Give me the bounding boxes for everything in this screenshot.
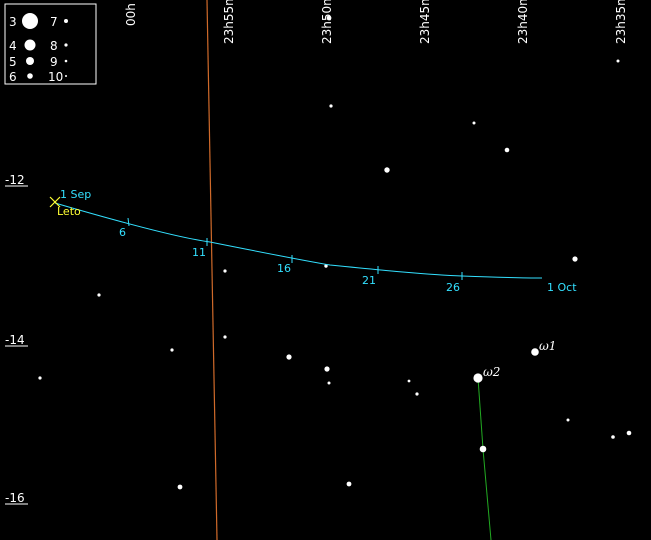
dec-axis: -12 -14 -16 xyxy=(5,173,28,505)
legend-star-icon xyxy=(22,13,38,29)
star-icon xyxy=(611,435,615,439)
path-tick-label: 6 xyxy=(119,226,126,239)
star-icon xyxy=(472,121,476,125)
path-start-label: 1 Sep xyxy=(60,188,91,201)
star-icon xyxy=(407,379,411,383)
legend-star-icon xyxy=(27,73,33,79)
asteroid-path xyxy=(54,202,543,279)
star-icon xyxy=(572,256,578,262)
ecliptic-line xyxy=(206,0,218,540)
legend-star-icon xyxy=(64,43,68,47)
object-label: Leto xyxy=(57,205,81,218)
legend-label: 3 xyxy=(9,15,17,29)
magnitude-legend: 3 7 4 8 5 9 6 10 xyxy=(4,3,97,85)
star-icon xyxy=(327,381,331,385)
ra-label: 23h45m xyxy=(418,0,432,44)
star-icon xyxy=(626,430,632,436)
star-icon xyxy=(384,167,390,173)
path-tick-label: 11 xyxy=(192,246,206,259)
path-tick xyxy=(127,217,130,227)
legend-label: 9 xyxy=(50,55,58,69)
path-ticks xyxy=(127,217,463,280)
legend-star-icon xyxy=(24,39,36,51)
legend-label: 6 xyxy=(9,70,17,84)
ra-label: 23h55m xyxy=(222,0,236,44)
path-tick-label: 21 xyxy=(362,274,376,287)
ra-label: 00h xyxy=(124,3,138,26)
dec-label: -16 xyxy=(5,491,25,505)
star-icon xyxy=(38,376,42,380)
star-icon xyxy=(223,269,227,273)
dec-label: -12 xyxy=(5,173,25,187)
legend-label: 4 xyxy=(9,39,17,53)
constellation-line xyxy=(482,448,492,540)
constellation-line xyxy=(477,377,484,450)
star-icon xyxy=(326,15,332,21)
ra-label: 23h40m xyxy=(516,0,530,44)
legend-label: 8 xyxy=(50,39,58,53)
legend-star-icon xyxy=(64,19,68,23)
path-tick-label: 16 xyxy=(277,262,291,275)
ra-label: 23h50m xyxy=(320,0,334,44)
star-icon xyxy=(177,484,183,490)
star-icon xyxy=(346,481,352,487)
ra-label: 23h35m xyxy=(614,0,628,44)
path-end-label: 1 Oct xyxy=(547,281,577,294)
ra-axis: 00h 23h55m 23h50m 23h45m 23h40m 23h35m xyxy=(124,0,628,44)
star-icon xyxy=(479,445,487,453)
star-omega1-icon xyxy=(531,348,539,356)
legend-label: 7 xyxy=(50,15,58,29)
legend-label: 10 xyxy=(48,70,63,84)
dec-label: -14 xyxy=(5,333,25,347)
star-icon xyxy=(286,354,292,360)
star-icon xyxy=(616,59,620,63)
sky-chart: 00h 23h55m 23h50m 23h45m 23h40m 23h35m -… xyxy=(4,0,632,540)
star-label-omega1: ω1 xyxy=(539,339,556,353)
star-icon xyxy=(97,293,101,297)
star-icon xyxy=(329,104,333,108)
star-icon xyxy=(566,418,570,422)
legend-star-icon xyxy=(65,75,67,77)
legend-star-icon xyxy=(64,59,68,63)
star-icon xyxy=(504,147,510,153)
path-tick-label: 26 xyxy=(446,281,460,294)
star-field xyxy=(38,15,632,490)
star-icon xyxy=(223,335,227,339)
star-omega2-icon xyxy=(473,373,483,383)
legend-star-icon xyxy=(26,57,34,65)
legend-label: 5 xyxy=(9,55,17,69)
star-icon xyxy=(415,392,419,396)
star-icon xyxy=(324,366,330,372)
star-icon xyxy=(170,348,174,352)
star-label-omega2: ω2 xyxy=(483,365,500,379)
